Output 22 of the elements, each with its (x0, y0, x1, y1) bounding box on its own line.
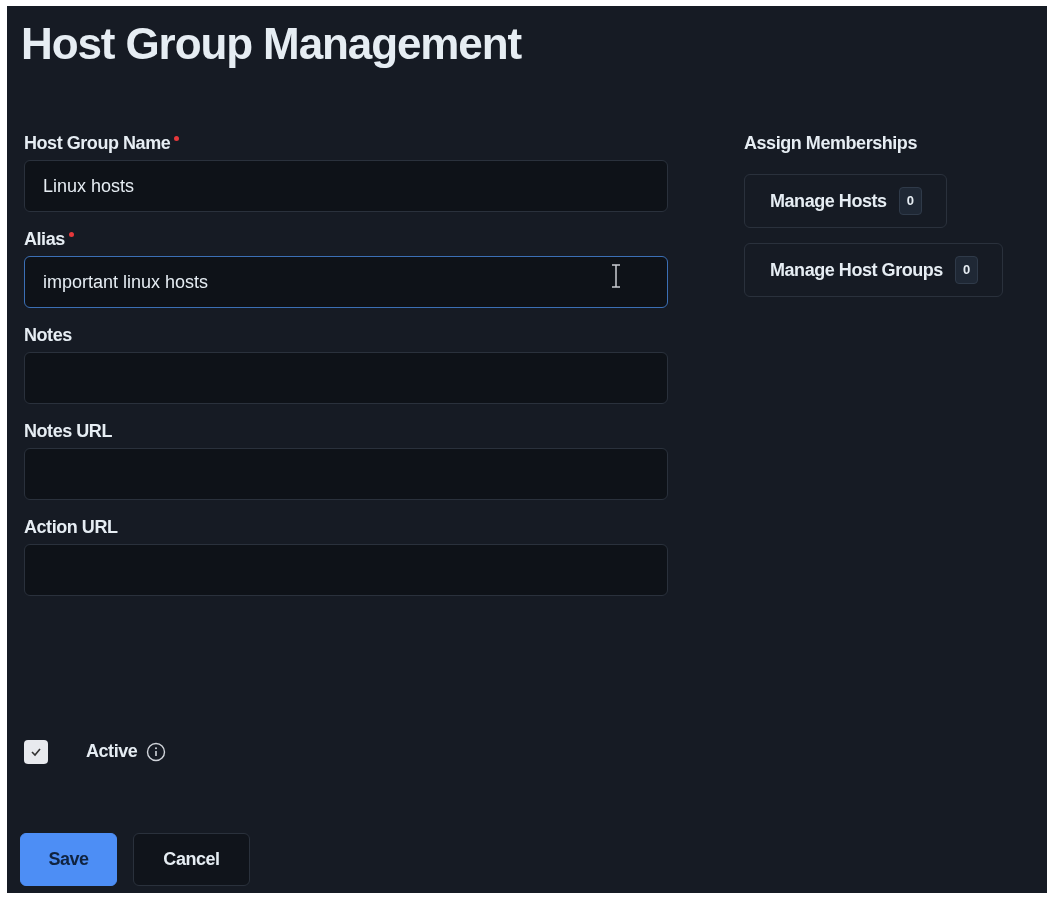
manage-button[interactable]: Manage Hosts (770, 187, 887, 215)
checkbox-label: Active (86, 740, 138, 763)
field-label: Action URL (24, 516, 118, 539)
info-icon[interactable] (146, 741, 167, 762)
field-label: Notes URL (24, 420, 112, 443)
text-field[interactable] (24, 352, 668, 404)
section-heading: Assign Memberships (744, 132, 917, 155)
text-field[interactable] (24, 544, 668, 596)
action-button[interactable]: Save (20, 833, 117, 886)
field-label: Host Group Name (24, 132, 171, 155)
checkbox[interactable] (24, 739, 48, 764)
action-button[interactable]: Cancel (133, 833, 250, 886)
text-field[interactable]: Linux hosts (24, 160, 668, 212)
field-label: Alias (24, 228, 65, 251)
field-label: Notes (24, 324, 72, 347)
text-field[interactable]: important linux hosts (24, 256, 668, 308)
page-title: Host Group Management (21, 18, 522, 70)
text-cursor-icon (611, 264, 621, 288)
count-badge: 0 (898, 187, 922, 215)
count-badge: 0 (954, 256, 979, 284)
manage-button[interactable]: Manage Host Groups (770, 256, 943, 284)
text-field[interactable] (24, 448, 668, 500)
